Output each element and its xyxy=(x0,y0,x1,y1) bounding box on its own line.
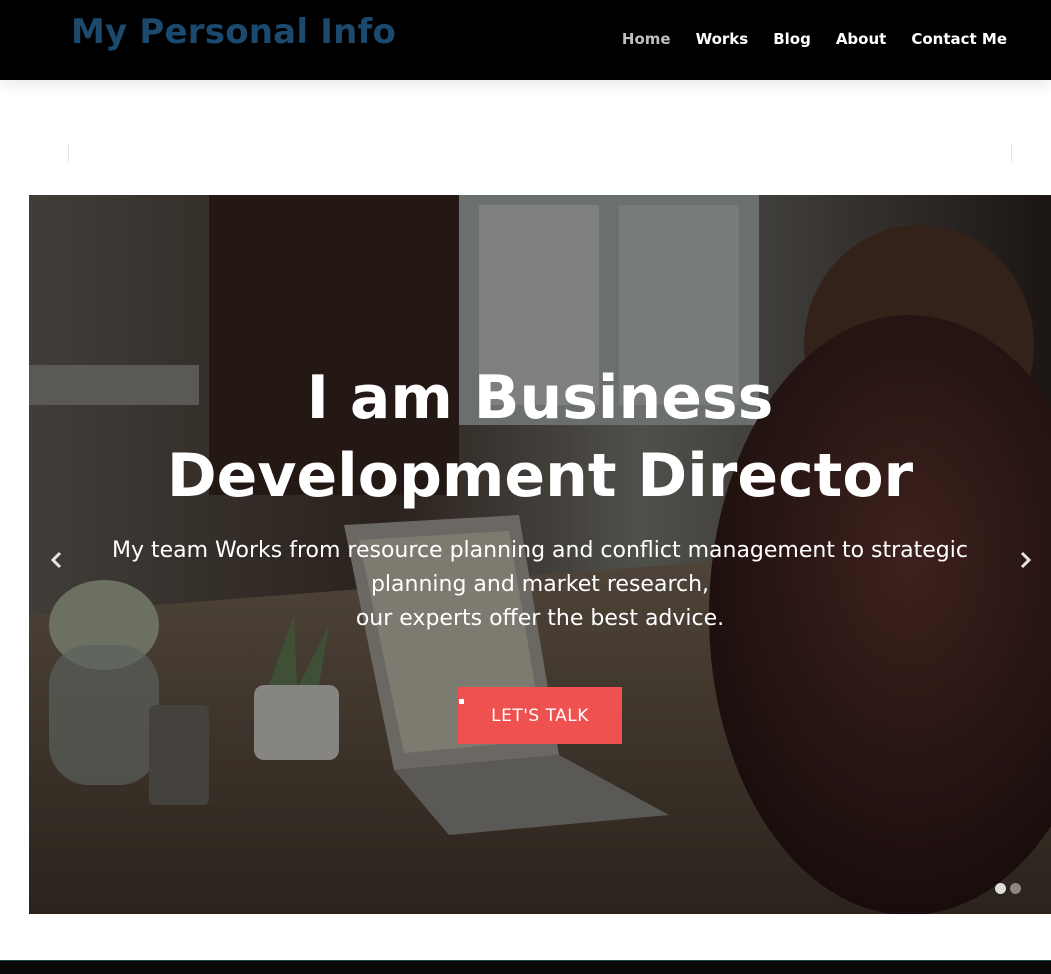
hero-slider: I am Business Development Director My te… xyxy=(29,195,1051,914)
nav-item-contact[interactable]: Contact Me xyxy=(886,30,1007,48)
nav-item-home[interactable]: Home xyxy=(597,30,671,48)
carousel-prev-button[interactable] xyxy=(41,545,71,575)
carousel-indicator-1[interactable] xyxy=(995,883,1006,894)
hero-subtitle-line-1: My team Works from resource planning and… xyxy=(112,538,968,563)
hero-subtitle: My team Works from resource planning and… xyxy=(90,534,990,636)
carousel-indicators xyxy=(995,883,1021,894)
section-divider-left xyxy=(68,144,69,163)
section-divider-right xyxy=(1011,144,1012,163)
chevron-right-icon xyxy=(1020,551,1032,569)
hero-title-line-2: Development Director xyxy=(166,441,914,511)
lets-talk-button[interactable]: LET'S TALK xyxy=(458,687,622,744)
top-navbar: My Personal Info Home Works Blog About C… xyxy=(0,0,1051,80)
main-nav: Home Works Blog About Contact Me xyxy=(597,30,1007,48)
brand-logo-link[interactable]: My Personal Info xyxy=(71,12,396,52)
nav-item-about[interactable]: About xyxy=(811,30,887,48)
carousel-next-button[interactable] xyxy=(1011,545,1041,575)
hero-subtitle-line-2: planning and market research, xyxy=(370,572,710,597)
carousel-indicator-2[interactable] xyxy=(1010,883,1021,894)
next-section-edge xyxy=(0,960,1051,974)
chevron-left-icon xyxy=(50,551,62,569)
button-focus-dot xyxy=(459,699,464,704)
lets-talk-label: LET'S TALK xyxy=(491,705,589,726)
nav-item-blog[interactable]: Blog xyxy=(748,30,811,48)
nav-item-works[interactable]: Works xyxy=(671,30,749,48)
hero-title: I am Business Development Director xyxy=(140,359,940,515)
hero-title-line-1: I am Business xyxy=(306,363,774,433)
hero-subtitle-line-3: our experts offer the best advice. xyxy=(355,606,725,631)
